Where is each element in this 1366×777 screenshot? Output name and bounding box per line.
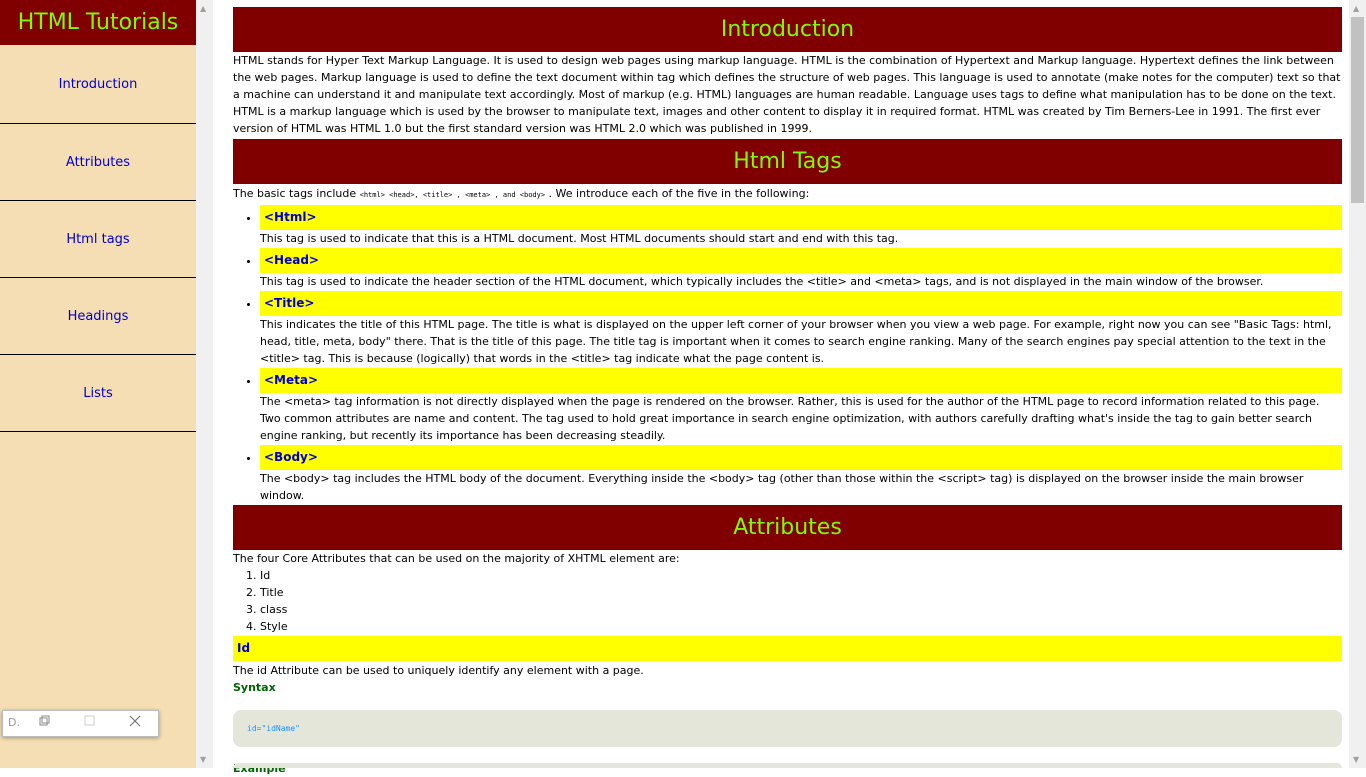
tag-description: This indicates the title of this HTML pa…	[260, 318, 1332, 365]
list-item: <Head> This tag is used to indicate the …	[260, 248, 1342, 290]
main-content: Introduction HTML stands for Hyper Text …	[233, 7, 1342, 777]
mini-window: D.	[2, 710, 159, 737]
tags-intro-suffix: . We introduce each of the five in the f…	[545, 187, 810, 200]
sidebar-scrollbar[interactable]: ▲ ▼	[196, 0, 213, 768]
intro-paragraph-2: HTML is a markup language which is used …	[233, 105, 1321, 135]
tag-heading: <Head>	[260, 248, 1342, 273]
scroll-up-arrow-icon[interactable]: ▲	[200, 4, 206, 13]
sidebar-item-html-tags[interactable]: Html tags	[0, 201, 196, 278]
sidebar-item-lists[interactable]: Lists	[0, 355, 196, 432]
syntax-code-block: id="idName"	[233, 710, 1342, 747]
section-title-attributes: Attributes	[233, 505, 1342, 550]
tag-heading: <Meta>	[260, 368, 1342, 393]
sidebar-item-headings[interactable]: Headings	[0, 278, 196, 355]
id-heading: Id	[233, 636, 1342, 661]
tag-description: This tag is used to indicate that this i…	[260, 232, 899, 245]
tag-description: This tag is used to indicate the header …	[260, 275, 1264, 288]
tags-intro-prefix: The basic tags include	[233, 187, 360, 200]
restore-icon[interactable]	[39, 715, 50, 729]
attributes-intro: The four Core Attributes that can be use…	[233, 552, 680, 565]
sidebar-nav: Introduction Attributes Html tags Headin…	[0, 45, 196, 432]
scroll-down-arrow-icon[interactable]: ▼	[1353, 755, 1359, 764]
section-title-html-tags: Html Tags	[233, 139, 1342, 184]
list-item: <Meta> The <meta> tag information is not…	[260, 368, 1342, 444]
list-item: Title	[260, 584, 1342, 601]
tags-list: <Html> This tag is used to indicate that…	[233, 205, 1342, 504]
sidebar: HTML Tutorials Introduction Attributes H…	[0, 0, 196, 768]
sidebar-title: HTML Tutorials	[0, 0, 196, 45]
list-item: class	[260, 601, 1342, 618]
id-description: The id Attribute can be used to uniquely…	[233, 664, 644, 677]
section-title-introduction: Introduction	[233, 7, 1342, 52]
syntax-label: Syntax	[233, 681, 276, 694]
tag-heading: <Body>	[260, 445, 1342, 470]
scrollbar-thumb[interactable]	[1351, 17, 1364, 203]
mini-window-label: D.	[8, 716, 20, 729]
page-scrollbar[interactable]: ▲ ▼	[1349, 0, 1366, 768]
tags-intro-code: <html> <head>, <title> , <meta> , and <b…	[359, 191, 546, 199]
intro-paragraph-1: HTML stands for Hyper Text Markup Langua…	[233, 54, 1341, 101]
list-item: Id	[260, 567, 1342, 584]
close-icon[interactable]	[129, 715, 141, 730]
tag-description: The <body> tag includes the HTML body of…	[260, 472, 1304, 502]
tag-heading: <Html>	[260, 205, 1342, 230]
list-item: <Html> This tag is used to indicate that…	[260, 205, 1342, 247]
scroll-up-arrow-icon[interactable]: ▲	[1353, 4, 1359, 13]
list-item: Style	[260, 618, 1342, 635]
list-item: <Title> This indicates the title of this…	[260, 291, 1342, 367]
list-item: <Body> The <body> tag includes the HTML …	[260, 445, 1342, 504]
maximize-icon[interactable]	[84, 715, 95, 729]
tags-intro: The basic tags include <html> <head>, <t…	[233, 185, 1342, 204]
tag-description: The <meta> tag information is not direct…	[260, 395, 1320, 442]
sidebar-item-attributes[interactable]: Attributes	[0, 124, 196, 201]
sidebar-item-introduction[interactable]: Introduction	[0, 45, 196, 124]
attributes-list: Id Title class Style	[233, 567, 1342, 635]
example-code-block	[233, 763, 1342, 768]
scroll-down-arrow-icon[interactable]: ▼	[200, 755, 206, 764]
tag-heading: <Title>	[260, 291, 1342, 316]
